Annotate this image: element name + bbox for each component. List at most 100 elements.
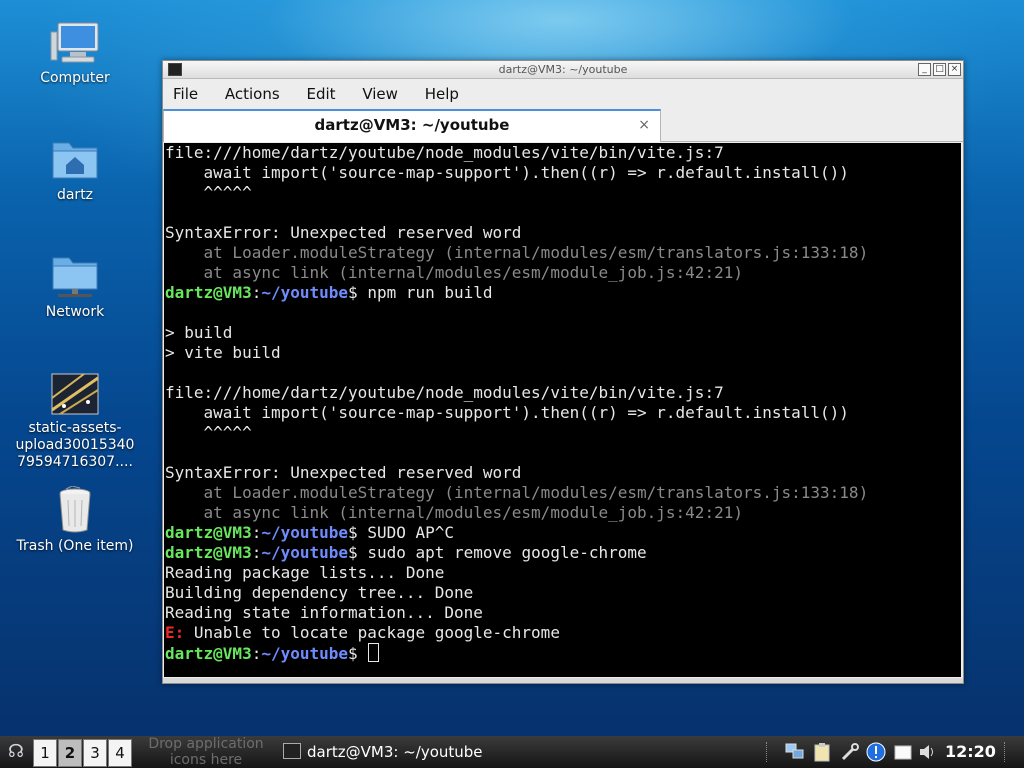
desktop-icon-computer[interactable]: Computer: [10, 20, 140, 87]
update-alert-icon[interactable]: [866, 742, 886, 762]
task-button-label: dartz@VM3: ~/youtube: [307, 743, 483, 761]
computer-icon: [50, 22, 99, 63]
home-folder-icon: [52, 142, 98, 179]
tab-bar: dartz@VM3: ~/youtube ×: [163, 109, 963, 142]
terminal-app-icon: [168, 63, 182, 76]
network-folder-icon: [52, 257, 98, 297]
clock[interactable]: 12:20: [945, 736, 996, 768]
menu-file[interactable]: File: [173, 85, 198, 103]
text-cursor: [368, 643, 380, 662]
network-icon[interactable]: [785, 742, 805, 762]
output-text: at Loader.moduleStrategy (internal/modul…: [165, 483, 869, 502]
terminal-line: SyntaxError: Unexpected reserved word: [165, 463, 961, 483]
output-text: > vite build: [165, 343, 281, 362]
terminal-line: dartz@VM3:~/youtube$ sudo apt remove goo…: [165, 543, 647, 562]
output-text: > build: [165, 323, 233, 342]
terminal-line: dartz@VM3:~/youtube$ npm run build: [165, 283, 493, 302]
prompt-path: ~/youtube: [261, 523, 349, 542]
output-text: await import('source-map-support').then(…: [165, 403, 849, 422]
workspace-1[interactable]: 1: [33, 739, 57, 767]
output-text: ^^^^^: [165, 423, 252, 442]
workspace-4[interactable]: 4: [108, 739, 132, 767]
prompt-user: dartz@VM3: [165, 644, 252, 663]
terminal-line: at Loader.moduleStrategy (internal/modul…: [165, 483, 961, 503]
tools-icon[interactable]: [840, 742, 860, 762]
output-text: await import('source-map-support').then(…: [165, 163, 849, 182]
error-message: Unable to locate package google-chrome: [184, 623, 560, 642]
prompt-path: ~/youtube: [261, 644, 349, 663]
output-text: at async link (internal/modules/esm/modu…: [165, 263, 743, 282]
command-text: SUDO AP^C: [357, 523, 455, 542]
terminal-window[interactable]: dartz@VM3: ~/youtube _ □ × File Actions …: [162, 60, 964, 684]
terminal-line: E: Unable to locate package google-chrom…: [165, 623, 961, 643]
output-text: SyntaxError: Unexpected reserved word: [165, 463, 522, 482]
terminal-line: file:///home/dartz/youtube/node_modules/…: [165, 143, 961, 163]
command-text: [358, 644, 368, 663]
menu-actions[interactable]: Actions: [225, 85, 280, 103]
maximize-icon[interactable]: □: [933, 63, 946, 76]
launcher-drop-area[interactable]: Drop application icons here: [141, 736, 271, 768]
notes-icon[interactable]: [893, 742, 913, 762]
tab-terminal[interactable]: dartz@VM3: ~/youtube ×: [163, 109, 661, 142]
output-text: Reading package lists... Done: [165, 563, 445, 582]
prompt-user: dartz@VM3: [165, 283, 252, 302]
terminal-line: await import('source-map-support').then(…: [165, 403, 961, 423]
horizontal-scrollbar[interactable]: [163, 678, 963, 683]
tab-close-icon[interactable]: ×: [638, 111, 650, 139]
tab-label: dartz@VM3: ~/youtube: [314, 116, 510, 134]
terminal-line: ^^^^^: [165, 183, 961, 203]
start-menu-icon[interactable]: ☊: [4, 740, 28, 764]
terminal-line: > vite build: [165, 343, 961, 363]
close-icon[interactable]: ×: [948, 63, 961, 76]
tray-separator: [1004, 742, 1006, 762]
desktop-icon-label: static-assets- upload30015340 7959471630…: [15, 420, 135, 470]
menu-help[interactable]: Help: [425, 85, 459, 103]
desktop-icon-static-assets-file[interactable]: static-assets- upload30015340 7959471630…: [10, 372, 140, 471]
desktop-icon-trash[interactable]: Trash (One item): [10, 486, 140, 555]
terminal-line: Building dependency tree... Done: [165, 583, 961, 603]
desktop-icon-label: Trash (One item): [16, 538, 134, 554]
error-prefix: E:: [165, 623, 185, 642]
desktop-icon-label: dartz: [56, 187, 94, 203]
desktop-icon-home-folder[interactable]: dartz: [10, 137, 140, 204]
desktop-icon-label: Computer: [40, 70, 110, 86]
minimize-icon[interactable]: _: [918, 63, 931, 76]
desktop-icon-label: Network: [45, 304, 105, 320]
prompt-path: ~/youtube: [261, 543, 349, 562]
task-button-terminal[interactable]: dartz@VM3: ~/youtube: [279, 739, 489, 765]
workspace-2[interactable]: 2: [58, 739, 82, 767]
terminal-output[interactable]: file:///home/dartz/youtube/node_modules/…: [164, 143, 961, 677]
terminal-line: at async link (internal/modules/esm/modu…: [165, 503, 961, 523]
terminal-line: dartz@VM3:~/youtube$: [165, 643, 961, 663]
output-text: Reading state information... Done: [165, 603, 483, 622]
terminal-line: SyntaxError: Unexpected reserved word: [165, 223, 961, 243]
workspace-3[interactable]: 3: [83, 739, 107, 767]
taskbar: ☊ 1 2 3 4 Drop application icons here da…: [0, 736, 1024, 768]
command-text: npm run build: [357, 283, 493, 302]
prompt-user: dartz@VM3: [165, 543, 252, 562]
terminal-line: > build: [165, 323, 961, 343]
clipboard-icon[interactable]: [812, 742, 832, 762]
window-titlebar[interactable]: dartz@VM3: ~/youtube _ □ ×: [163, 61, 963, 79]
terminal-line: at Loader.moduleStrategy (internal/modul…: [165, 243, 961, 263]
tray-separator: [766, 742, 768, 762]
prompt-user: dartz@VM3: [165, 523, 252, 542]
menu-edit[interactable]: Edit: [306, 85, 335, 103]
volume-icon[interactable]: [918, 742, 938, 762]
terminal-line: dartz@VM3:~/youtube$ SUDO AP^C: [165, 523, 455, 542]
terminal-line: Reading state information... Done: [165, 603, 961, 623]
image-file-icon: [51, 373, 99, 415]
output-text: Building dependency tree... Done: [165, 583, 474, 602]
output-text: SyntaxError: Unexpected reserved word: [165, 223, 522, 242]
terminal-line: Reading package lists... Done: [165, 563, 961, 583]
output-text: ^^^^^: [165, 183, 252, 202]
output-text: at Loader.moduleStrategy (internal/modul…: [165, 243, 869, 262]
output-text: at async link (internal/modules/esm/modu…: [165, 503, 743, 522]
menu-view[interactable]: View: [362, 85, 398, 103]
command-text: sudo apt remove google-chrome: [357, 543, 647, 562]
desktop-icon-network[interactable]: Network: [10, 254, 140, 321]
terminal-line: ^^^^^: [165, 423, 961, 443]
